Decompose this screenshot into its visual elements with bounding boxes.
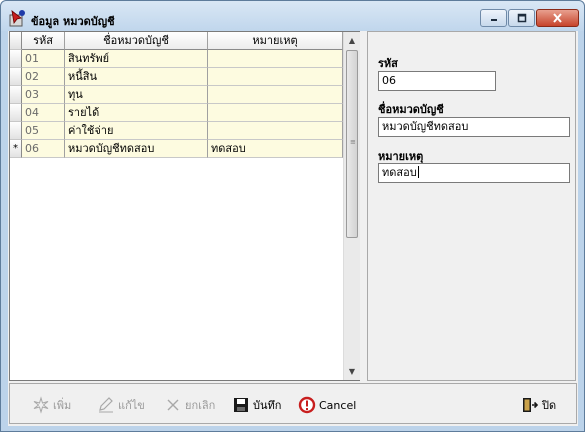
cell-code[interactable]: 02: [22, 68, 65, 86]
cell-note[interactable]: [208, 68, 343, 86]
row-selector[interactable]: [10, 104, 22, 122]
row-selector[interactable]: [10, 86, 22, 104]
cell-code[interactable]: 06: [22, 140, 65, 158]
action-toolbar: เพิ่ม แก้ไข ยกเลิก บันทึก Cancel ปิด: [9, 383, 577, 424]
cell-code[interactable]: 03: [22, 86, 65, 104]
text-caret: [417, 166, 419, 178]
cancel-record-button[interactable]: ยกเลิก: [164, 395, 215, 415]
minimize-button[interactable]: [480, 9, 507, 27]
maximize-icon: [517, 13, 526, 23]
maximize-button[interactable]: [508, 9, 535, 27]
grid-vertical-scrollbar[interactable]: ▲ ≡ ▼: [343, 32, 360, 380]
delete-x-icon: [167, 399, 179, 411]
scroll-up-icon[interactable]: ▲: [344, 32, 360, 49]
app-icon: [9, 10, 25, 27]
column-header-note[interactable]: หมายเหตุ: [208, 32, 343, 50]
row-selector-new-record[interactable]: *: [10, 140, 22, 158]
minimize-icon: [490, 19, 497, 21]
code-field[interactable]: 06: [378, 71, 496, 91]
grip-icon: ≡: [350, 138, 356, 146]
cancel-record-label: ยกเลิก: [185, 399, 216, 412]
save-button[interactable]: บันทึก: [232, 395, 281, 415]
add-button-label: เพิ่ม: [53, 399, 72, 412]
code-label: รหัส: [378, 57, 398, 70]
exit-door-icon: [523, 398, 539, 412]
title-bar[interactable]: ข้อมูล หมวดบัญชี: [1, 1, 584, 31]
close-button-label: ปิด: [542, 399, 557, 412]
cell-name[interactable]: ทุน: [65, 86, 208, 104]
grid-header-row: รหัส ชื่อหมวดบัญชี หมายเหตุ: [10, 32, 343, 50]
edit-button-label: แก้ไข: [118, 399, 145, 412]
row-selector[interactable]: [10, 68, 22, 86]
header-row-selector: [10, 32, 22, 50]
close-icon: [553, 13, 562, 23]
cell-note[interactable]: [208, 122, 343, 140]
cell-name[interactable]: หนี้สิน: [65, 68, 208, 86]
save-button-label: บันทึก: [253, 399, 282, 412]
cancel-stop-icon: [298, 396, 316, 414]
cell-note[interactable]: ทดสอบ: [208, 140, 343, 158]
column-header-code[interactable]: รหัส: [22, 32, 65, 50]
cell-name[interactable]: หมวดบัญชีทดสอบ: [65, 140, 208, 158]
table-row[interactable]: 04 รายได้: [10, 104, 343, 122]
table-row[interactable]: 02 หนี้สิน: [10, 68, 343, 86]
cell-name[interactable]: ค่าใช้จ่าย: [65, 122, 208, 140]
edit-button[interactable]: แก้ไข: [97, 395, 145, 415]
add-record-icon: [33, 396, 49, 414]
cancel-button[interactable]: Cancel: [298, 395, 356, 415]
row-selector[interactable]: [10, 50, 22, 68]
table-row[interactable]: 03 ทุน: [10, 86, 343, 104]
column-header-name[interactable]: ชื่อหมวดบัญชี: [65, 32, 208, 50]
table-row[interactable]: 01 สินทรัพย์: [10, 50, 343, 68]
table-row[interactable]: * 06 หมวดบัญชีทดสอบ ทดสอบ: [10, 140, 343, 158]
cell-note[interactable]: [208, 104, 343, 122]
application-window: ข้อมูล หมวดบัญชี รหัส ชื่อหมวดบัญชี หมาย…: [0, 0, 585, 432]
close-button[interactable]: ปิด: [521, 395, 556, 415]
row-selector[interactable]: [10, 122, 22, 140]
cell-name[interactable]: รายได้: [65, 104, 208, 122]
cell-note[interactable]: [208, 86, 343, 104]
cell-code[interactable]: 05: [22, 122, 65, 140]
save-disk-icon: [234, 398, 248, 412]
cell-code[interactable]: 01: [22, 50, 65, 68]
note-field[interactable]: ทดสอบ: [378, 163, 570, 183]
edit-pencil-icon: [99, 397, 113, 413]
detail-panel: รหัส 06 ชื่อหมวดบัญชี หมวดบัญชีทดสอบ หมา…: [367, 31, 576, 381]
scroll-down-icon[interactable]: ▼: [344, 363, 360, 380]
cell-note[interactable]: [208, 50, 343, 68]
cell-code[interactable]: 04: [22, 104, 65, 122]
account-category-grid[interactable]: รหัส ชื่อหมวดบัญชี หมายเหตุ 01 สินทรัพย์…: [9, 31, 360, 381]
cell-name[interactable]: สินทรัพย์: [65, 50, 208, 68]
window-title: ข้อมูล หมวดบัญชี: [31, 15, 115, 28]
scrollbar-thumb[interactable]: ≡: [346, 50, 358, 238]
client-area: รหัส ชื่อหมวดบัญชี หมายเหตุ 01 สินทรัพย์…: [8, 31, 578, 426]
close-window-button[interactable]: [536, 9, 579, 27]
name-field[interactable]: หมวดบัญชีทดสอบ: [378, 117, 570, 137]
cancel-button-label: Cancel: [319, 398, 357, 412]
add-button[interactable]: เพิ่ม: [32, 395, 71, 415]
note-field-text: ทดสอบ: [382, 166, 417, 179]
name-label: ชื่อหมวดบัญชี: [378, 103, 444, 116]
table-row[interactable]: 05 ค่าใช้จ่าย: [10, 122, 343, 140]
